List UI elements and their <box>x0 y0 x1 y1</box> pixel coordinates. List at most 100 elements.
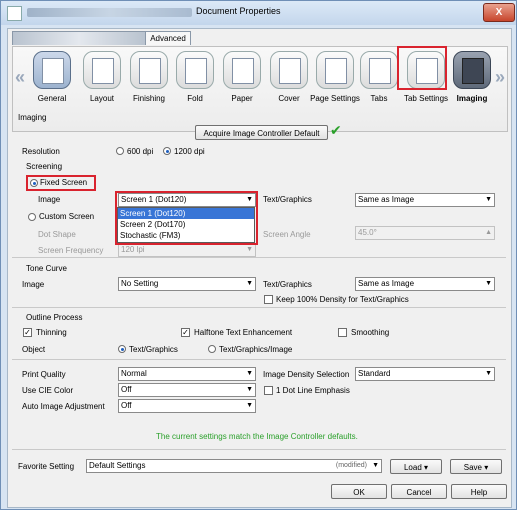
tone-image-value: No Setting <box>121 279 159 288</box>
object-label: Object <box>22 345 46 354</box>
obj-text-graphics-radio[interactable] <box>118 345 126 353</box>
auto-adjust-value: Off <box>121 401 132 410</box>
tabs-button[interactable] <box>360 51 398 89</box>
density-selection-select[interactable]: Standard ▼ <box>355 367 495 381</box>
keep-density-label: Keep 100% Density for Text/Graphics <box>276 295 409 304</box>
tone-curve-section-title: Tone Curve <box>26 264 67 273</box>
document-properties-window: Document Properties X Advanced « General… <box>0 0 517 510</box>
screen-angle-spinner[interactable]: 45.0° ▲ <box>355 226 495 240</box>
title-bar: Document Properties X <box>1 1 516 25</box>
one-dot-label: 1 Dot Line Emphasis <box>276 386 350 395</box>
save-button[interactable]: Save ▾ <box>450 459 502 474</box>
auto-adjust-select[interactable]: Off ▼ <box>118 399 256 413</box>
imaging-button[interactable] <box>453 51 491 89</box>
chevron-down-icon: ▼ <box>485 280 492 287</box>
help-button[interactable]: Help <box>451 484 507 499</box>
screen-text-graphics-label: Text/Graphics <box>263 195 312 204</box>
finishing-icon <box>139 58 161 84</box>
thinning-checkbox[interactable]: ✓ <box>23 328 32 337</box>
chevron-down-icon: ▼ <box>246 370 253 377</box>
load-label: Load <box>403 463 422 472</box>
general-button[interactable] <box>33 51 71 89</box>
app-icon <box>7 6 22 21</box>
favorite-label: Favorite Setting <box>18 462 75 471</box>
ok-button[interactable]: OK <box>331 484 387 499</box>
page-settings-button[interactable] <box>316 51 354 89</box>
halftone-label: Halftone Text Enhancement <box>194 328 293 337</box>
outline-section-title: Outline Process <box>26 313 83 322</box>
favorite-modified: (modified) <box>335 462 367 469</box>
print-quality-select[interactable]: Normal ▼ <box>118 367 256 381</box>
divider <box>12 449 506 450</box>
obj-text-graphics-label: Text/Graphics <box>129 345 178 354</box>
obj-text-graphics-image-label: Text/Graphics/Image <box>219 345 293 354</box>
close-button[interactable]: X <box>483 3 515 22</box>
obj-text-graphics-image-radio[interactable] <box>208 345 216 353</box>
tab-advanced[interactable]: Advanced <box>145 31 191 45</box>
auto-adjust-label: Auto Image Adjustment <box>22 402 105 411</box>
paper-button[interactable] <box>223 51 261 89</box>
spinner-icon: ▲ <box>485 229 492 236</box>
cancel-button[interactable]: Cancel <box>391 484 447 499</box>
status-message: The current settings match the Image Con… <box>156 432 358 441</box>
layout-icon <box>92 58 114 84</box>
screening-section-title: Screening <box>26 162 63 171</box>
smoothing-label: Smoothing <box>351 328 390 337</box>
window-title: Document Properties <box>196 6 281 16</box>
check-icon: ✔ <box>330 122 342 138</box>
chevron-down-icon: ▼ <box>246 246 253 253</box>
dot-shape-label: Dot Shape <box>38 230 76 239</box>
chevron-down-icon: ▼ <box>246 386 253 393</box>
print-quality-value: Normal <box>121 369 147 378</box>
use-cie-label: Use CIE Color <box>22 386 74 395</box>
use-cie-select[interactable]: Off ▼ <box>118 383 256 397</box>
cover-icon <box>279 58 301 84</box>
imaging-icon <box>462 58 484 84</box>
divider <box>12 359 506 360</box>
custom-screen-radio[interactable] <box>28 213 36 221</box>
thinning-label: Thinning <box>36 328 67 337</box>
next-arrow-icon[interactable]: » <box>495 67 505 88</box>
custom-screen-label: Custom Screen <box>39 212 95 221</box>
favorite-select[interactable]: Default Settings (modified) ▼ <box>86 459 382 473</box>
cover-button[interactable] <box>270 51 308 89</box>
print-quality-label: Print Quality <box>22 370 66 379</box>
screen-image-label: Image <box>38 195 61 204</box>
divider <box>12 307 506 308</box>
tone-text-graphics-select[interactable]: Same as Image ▼ <box>355 277 495 291</box>
tabs-icon <box>369 58 391 84</box>
title-redacted <box>27 8 192 17</box>
screen-angle-label: Screen Angle <box>263 230 311 239</box>
smoothing-checkbox[interactable] <box>338 328 347 337</box>
halftone-checkbox[interactable]: ✓ <box>181 328 190 337</box>
load-button[interactable]: Load ▾ <box>390 459 442 474</box>
resolution-label: Resolution <box>22 147 60 156</box>
tone-image-select[interactable]: No Setting ▼ <box>118 277 256 291</box>
save-label: Save <box>463 463 482 472</box>
imaging-section-title: Imaging <box>18 113 47 122</box>
res-600-radio[interactable] <box>116 147 124 155</box>
prev-arrow-icon[interactable]: « <box>15 67 25 88</box>
acquire-defaults-button[interactable]: Acquire Image Controller Default <box>195 125 328 140</box>
finishing-button[interactable] <box>130 51 168 89</box>
keep-density-checkbox[interactable] <box>264 295 273 304</box>
fixed-screen-highlight <box>26 175 96 191</box>
tone-text-graphics-value: Same as Image <box>358 279 415 288</box>
screen-frequency-value: 120 lpi <box>121 245 145 254</box>
res-1200-radio[interactable] <box>163 147 171 155</box>
use-cie-value: Off <box>121 385 132 394</box>
fold-icon <box>185 58 207 84</box>
layout-button[interactable] <box>83 51 121 89</box>
screen-frequency-label: Screen Frequency <box>38 246 104 255</box>
chevron-down-icon: ▼ <box>246 280 253 287</box>
favorite-value: Default Settings <box>89 461 146 470</box>
tone-text-graphics-label: Text/Graphics <box>263 280 312 289</box>
fold-button[interactable] <box>176 51 214 89</box>
chevron-down-icon: ▼ <box>372 462 379 469</box>
screen-text-graphics-select[interactable]: Same as Image ▼ <box>355 193 495 207</box>
one-dot-checkbox[interactable] <box>264 386 273 395</box>
page-settings-icon <box>325 58 347 84</box>
screen-angle-value: 45.0° <box>358 228 377 237</box>
screen-frequency-select[interactable]: 120 lpi ▼ <box>118 243 256 257</box>
tab-redacted[interactable] <box>12 31 146 45</box>
